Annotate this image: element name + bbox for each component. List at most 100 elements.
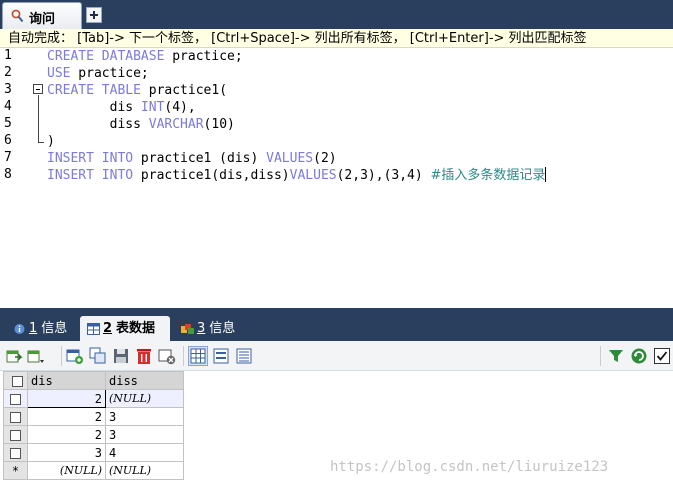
table-row[interactable]: 2 (NULL) bbox=[3, 389, 184, 408]
sql-text: (2) bbox=[313, 151, 337, 166]
add-tab-button[interactable] bbox=[86, 7, 102, 23]
sql-text: practice; bbox=[164, 49, 243, 64]
row-checkbox[interactable] bbox=[3, 443, 28, 462]
toolbar-separator bbox=[600, 346, 601, 366]
line-number: 2 bbox=[4, 65, 12, 80]
sql-text: practice1(dis,diss) bbox=[133, 168, 290, 183]
cell-diss[interactable]: 3 bbox=[105, 425, 184, 444]
checkbox-icon[interactable] bbox=[653, 347, 671, 365]
fold-toggle-icon[interactable] bbox=[33, 84, 43, 94]
sql-text: practice1 (dis) bbox=[133, 151, 267, 166]
fold-guide-end bbox=[38, 142, 44, 143]
tab-table-data[interactable]: 2 表数据 bbox=[80, 316, 170, 341]
sql-keyword: USE bbox=[47, 66, 71, 81]
line-number: 1 bbox=[4, 48, 12, 63]
duplicate-row-icon[interactable] bbox=[89, 347, 107, 365]
sql-text: ) bbox=[47, 134, 55, 149]
code-line[interactable]: CREATE TABLE practice1( bbox=[47, 82, 227, 99]
tab-info-1[interactable]: 1 信息 bbox=[6, 316, 78, 341]
sql-text: practice; bbox=[70, 66, 149, 81]
cell-diss[interactable]: 4 bbox=[105, 443, 184, 462]
checkbox-icon[interactable] bbox=[10, 447, 21, 459]
checkbox-icon[interactable] bbox=[10, 393, 21, 405]
autocomplete-hint: 自动完成： [Tab]-> 下一个标签， [Ctrl+Space]-> 列出所有… bbox=[0, 29, 673, 48]
table-row[interactable]: 2 3 bbox=[3, 425, 184, 444]
code-line[interactable]: ) bbox=[47, 133, 55, 150]
table-row[interactable]: 2 3 bbox=[3, 407, 184, 426]
query-tab[interactable]: 询问 bbox=[2, 2, 82, 29]
sql-keyword: CREATE DATABASE bbox=[47, 49, 165, 64]
code-line[interactable]: CREATE DATABASE practice; bbox=[47, 48, 243, 65]
line-number-gutter: 1 2 3 4 5 6 7 8 bbox=[0, 48, 22, 308]
result-toolbar bbox=[0, 341, 673, 371]
cell-dis[interactable]: 3 bbox=[27, 443, 106, 462]
refresh-icon[interactable] bbox=[630, 347, 648, 365]
text-caret bbox=[545, 167, 547, 182]
cell-diss[interactable]: (NULL) bbox=[105, 389, 184, 408]
cell-dis[interactable]: 2 bbox=[27, 407, 106, 426]
new-row[interactable]: * (NULL) (NULL) bbox=[3, 461, 184, 480]
sql-keyword: VARCHAR bbox=[148, 117, 204, 132]
import-dropdown-icon[interactable] bbox=[27, 347, 45, 365]
cancel-icon[interactable] bbox=[158, 347, 176, 365]
column-header-dis[interactable]: dis bbox=[27, 371, 106, 390]
table-row[interactable]: 3 4 bbox=[3, 443, 184, 462]
row-checkbox[interactable] bbox=[3, 425, 28, 444]
tab-number: 3 bbox=[197, 321, 206, 336]
line-number: 5 bbox=[4, 116, 12, 131]
tab-label: 信息 bbox=[41, 321, 68, 336]
cell-diss[interactable]: (NULL) bbox=[105, 461, 184, 480]
checkbox-icon[interactable] bbox=[11, 375, 23, 387]
table-data-icon bbox=[87, 323, 100, 335]
code-line[interactable]: USE practice; bbox=[47, 65, 149, 82]
new-row-marker: * bbox=[3, 461, 28, 480]
checkbox-icon[interactable] bbox=[10, 411, 21, 423]
code-line[interactable]: dis INT(4), bbox=[47, 99, 196, 116]
cell-dis[interactable]: (NULL) bbox=[27, 461, 106, 480]
sql-keyword: INT bbox=[140, 100, 165, 115]
sql-text: practice1( bbox=[140, 83, 228, 98]
code-line[interactable]: INSERT INTO practice1 (dis) VALUES(2) bbox=[47, 150, 337, 167]
tab-number: 2 bbox=[103, 321, 113, 336]
cell-dis[interactable]: 2 bbox=[27, 425, 106, 444]
select-all-checkbox[interactable] bbox=[3, 371, 28, 390]
grid-view-icon[interactable] bbox=[188, 346, 208, 366]
save-icon[interactable] bbox=[112, 347, 130, 365]
cell-diss[interactable]: 3 bbox=[105, 407, 184, 426]
cell-dis[interactable]: 2 bbox=[27, 389, 106, 408]
result-grid[interactable]: dis diss 2 (NULL) 2 3 2 3 3 4 * (NULL) (… bbox=[3, 371, 184, 480]
line-number: 8 bbox=[4, 167, 12, 182]
sql-keyword: VALUES bbox=[289, 168, 337, 183]
watermark: https://blog.csdn.net/liuruize123 bbox=[330, 459, 609, 475]
fold-guide bbox=[38, 95, 39, 142]
sql-text: (2,3),(3,4) bbox=[336, 168, 431, 183]
row-checkbox[interactable] bbox=[3, 407, 28, 426]
sql-editor[interactable]: 12345678 CREATE DATABASE practice; USE pr… bbox=[0, 48, 673, 308]
delete-icon[interactable] bbox=[135, 347, 153, 365]
grid-header-row: dis diss bbox=[3, 371, 184, 390]
text-view-icon[interactable] bbox=[235, 347, 253, 365]
filter-icon[interactable] bbox=[607, 347, 625, 365]
line-number: 3 bbox=[4, 82, 12, 97]
line-number: 7 bbox=[4, 150, 12, 165]
tab-label: 信息 bbox=[209, 321, 236, 336]
sql-text: diss bbox=[47, 117, 149, 132]
row-checkbox[interactable] bbox=[3, 389, 28, 408]
messages-icon bbox=[181, 324, 194, 334]
line-number: 4 bbox=[4, 99, 12, 114]
checkbox-icon[interactable] bbox=[10, 429, 21, 441]
add-row-icon[interactable] bbox=[66, 347, 84, 365]
toolbar-separator bbox=[183, 346, 184, 366]
sql-text: (4), bbox=[164, 100, 196, 115]
column-header-diss[interactable]: diss bbox=[105, 371, 184, 390]
sql-comment: #插入多条数据记录 bbox=[430, 168, 546, 183]
sql-text: dis bbox=[47, 100, 141, 115]
tab-info-3[interactable]: 3 信息 bbox=[174, 316, 246, 341]
tab-label: 表数据 bbox=[116, 321, 156, 336]
sql-keyword: INSERT INTO bbox=[47, 168, 134, 183]
code-line[interactable]: diss VARCHAR(10) bbox=[47, 116, 235, 133]
code-line[interactable]: INSERT INTO practice1(dis,diss)VALUES(2,… bbox=[47, 167, 547, 184]
tab-number: 1 bbox=[29, 321, 38, 336]
form-view-icon[interactable] bbox=[212, 347, 230, 365]
export-icon[interactable] bbox=[5, 347, 23, 365]
